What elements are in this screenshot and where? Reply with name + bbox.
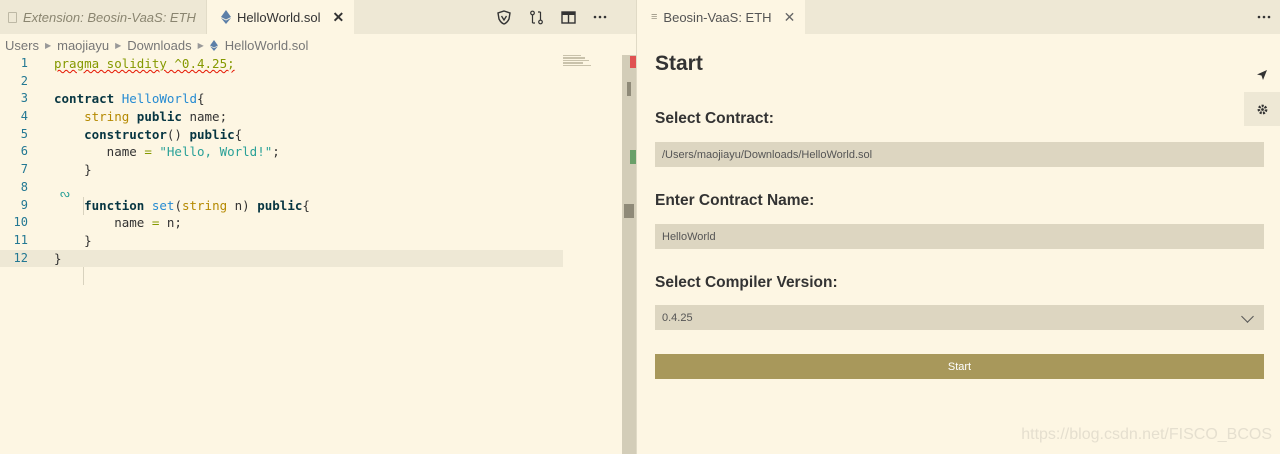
contract-path-field[interactable]: /Users/maojiayu/Downloads/HelloWorld.sol — [655, 142, 1264, 167]
code-line: 10 name = n; — [13, 215, 182, 231]
editor-actions — [1256, 0, 1272, 34]
cursor-marker — [624, 204, 634, 218]
minimap[interactable] — [563, 55, 593, 75]
tab-label: Extension: Beosin-VaaS: ETH — [23, 9, 196, 25]
chevron-right-icon: ▶ — [44, 40, 52, 50]
tab-beosin-vaas[interactable]: ≡ Beosin-VaaS: ETH ✕ — [637, 0, 806, 34]
tab-extension-beosin[interactable]: Extension: Beosin-VaaS: ETH — [0, 0, 207, 34]
code-line: 8ᔓ — [0, 179, 622, 200]
code-line: 9 function set(string n) public{ — [20, 197, 310, 213]
scroll-thumb[interactable] — [627, 82, 631, 96]
chevron-right-icon: ▶ — [197, 40, 204, 50]
code-line: 11 } — [13, 232, 92, 248]
watermark: https://blog.csdn.net/FISCO_BCOS — [1021, 426, 1272, 443]
compiler-version-value: 0.4.25 — [662, 311, 693, 324]
breadcrumb: Users ▶ maojiayu ▶ Downloads ▶ HelloWorl… — [0, 34, 620, 56]
code-line-current: 12} — [0, 249, 563, 268]
compiler-version-select[interactable]: 0.4.25 — [655, 305, 1264, 330]
code-line: 6 name = "Hello, World!"; — [20, 144, 280, 160]
left-editor-group: Extension: Beosin-VaaS: ETH HelloWorld.s… — [0, 0, 636, 454]
tab-label: HelloWorld.sol — [236, 9, 321, 25]
editor-actions — [496, 0, 608, 34]
editor-scrollbar[interactable] — [622, 55, 636, 454]
code-line: 5 constructor() public{ — [20, 126, 243, 142]
right-tab-bar: ≡ Beosin-VaaS: ETH ✕ — [637, 0, 1280, 34]
breadcrumb-file[interactable]: HelloWorld.sol — [225, 38, 309, 53]
shield-icon[interactable] — [496, 9, 512, 25]
document-icon — [8, 11, 17, 23]
tab-label: Beosin-VaaS: ETH — [663, 9, 772, 25]
more-actions-icon[interactable] — [592, 9, 608, 25]
compiler-version-label: Select Compiler Version: — [655, 274, 838, 291]
right-editor-group: ≡ Beosin-VaaS: ETH ✕ Start Select Contra… — [637, 0, 1280, 454]
ethereum-icon — [220, 10, 231, 24]
tab-helloworld-sol[interactable]: HelloWorld.sol ✕ — [206, 0, 355, 34]
code-line: 7 } — [20, 162, 92, 178]
ethereum-icon — [209, 39, 218, 51]
breadcrumb-maojiayu[interactable]: maojiayu — [57, 38, 109, 53]
chevron-down-icon — [1241, 310, 1254, 323]
split-editor-icon[interactable] — [560, 9, 576, 25]
breadcrumb-downloads[interactable]: Downloads — [127, 38, 191, 53]
preview-icon: ≡ — [651, 11, 658, 23]
more-actions-icon[interactable] — [1256, 9, 1272, 25]
contract-name-input[interactable]: HelloWorld — [655, 224, 1264, 249]
close-icon[interactable]: ✕ — [784, 9, 796, 26]
page-title: Start — [655, 52, 703, 75]
indent-guide — [83, 267, 84, 285]
code-line: 2 — [20, 73, 28, 88]
code-editor[interactable]: 1 pragma solidity ^0.4.25; 2 3 contract He… — [0, 55, 622, 285]
select-contract-label: Select Contract: — [655, 110, 774, 127]
side-actions — [1244, 58, 1280, 126]
gear-icon[interactable] — [1244, 92, 1280, 126]
chevron-right-icon: ▶ — [115, 40, 122, 50]
code-line: 1 pragma solidity ^0.4.25; — [20, 56, 235, 71]
contract-name-label: Enter Contract Name: — [655, 192, 815, 209]
compare-changes-icon[interactable] — [528, 9, 544, 25]
close-icon[interactable]: ✕ — [333, 9, 345, 26]
start-button[interactable]: Start — [655, 354, 1264, 379]
send-icon[interactable] — [1244, 58, 1280, 92]
code-line: 3 contract HelloWorld{ — [20, 91, 205, 107]
breadcrumb-users[interactable]: Users — [5, 38, 39, 53]
code-line: 4 string public name; — [20, 109, 228, 125]
